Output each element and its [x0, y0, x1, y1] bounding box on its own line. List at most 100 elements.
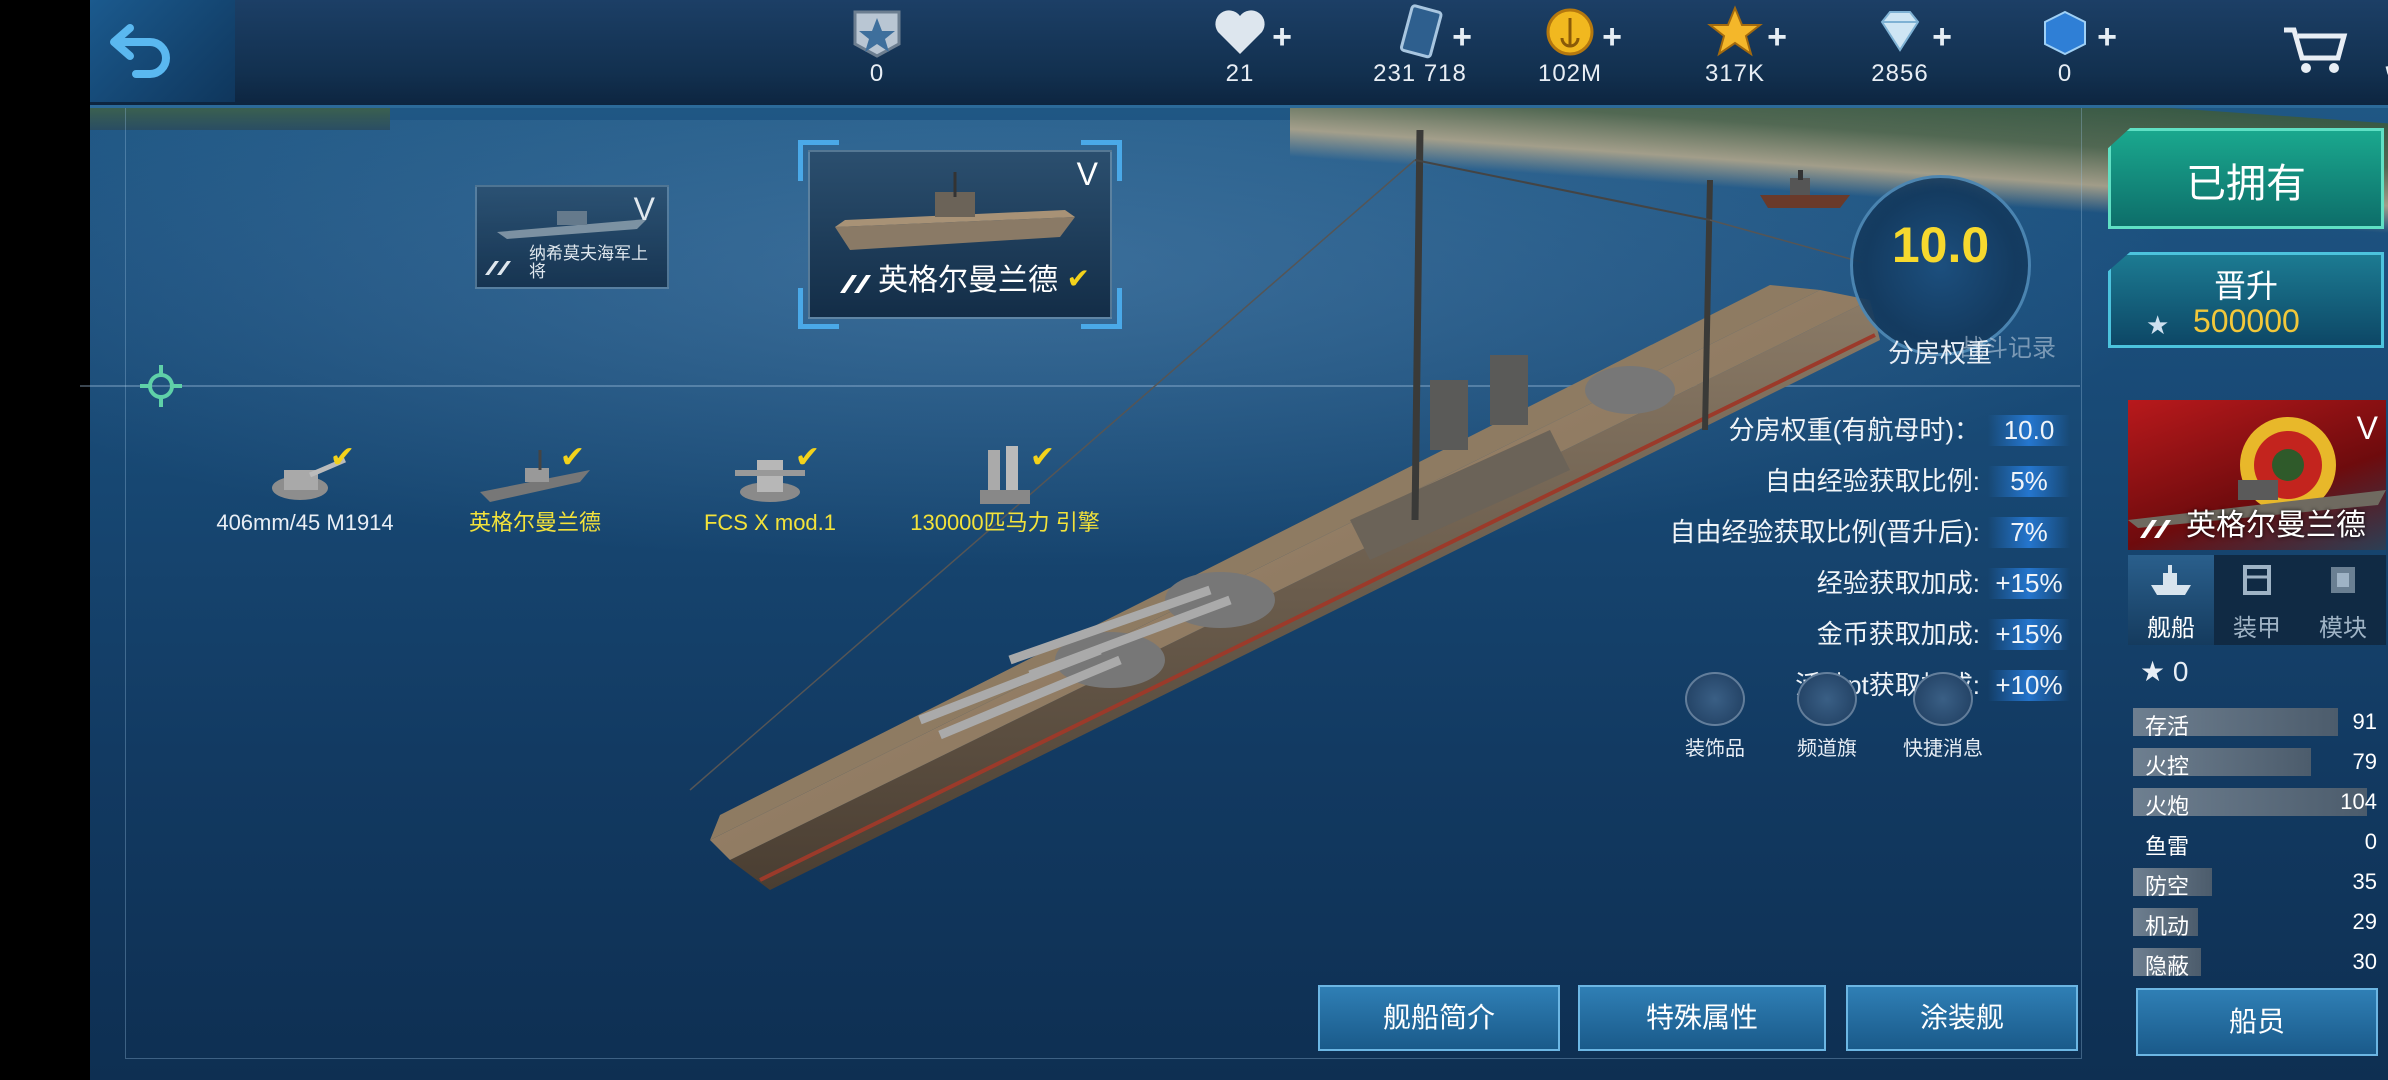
star-value: 317K [1704, 60, 1766, 87]
stat-row: 分房权重(有航母时)： 10.0 [1729, 410, 2070, 450]
special-attributes-button[interactable]: 特殊属性 [1578, 985, 1826, 1051]
rank-indicator[interactable]: 0 [832, 4, 922, 99]
channel-flag-label: 频道旗 [1797, 738, 1857, 760]
resource-gold[interactable]: + 102M [1515, 4, 1625, 99]
ussr-flag-icon [840, 275, 871, 293]
ship-star-level: ★ 0 [2140, 656, 2189, 687]
heart-icon: + [1210, 4, 1292, 60]
cube-value: 0 [2057, 60, 2073, 87]
ship-icon [2151, 565, 2191, 595]
resource-diamond[interactable]: + 2856 [1845, 4, 1955, 99]
rank-badge-icon [847, 4, 907, 60]
attribute-name: 防空 [2145, 874, 2190, 899]
module-label: FCS X mod.1 [703, 510, 837, 535]
diamond-icon: + [1870, 4, 1952, 60]
attribute-row: 鱼雷 0 [2133, 826, 2381, 859]
heart-value: 21 [1225, 60, 1255, 87]
ship-thumbnail [835, 172, 1075, 250]
star-icon: + [1705, 4, 1787, 60]
attribute-name: 机动 [2145, 914, 2190, 939]
pennant-icon [1797, 672, 1857, 726]
card-icon: + [1390, 4, 1472, 60]
module-label: 英格尔曼兰德 [468, 510, 601, 535]
channel-flag-button[interactable]: 频道旗 [1777, 672, 1877, 761]
crosshair-icon[interactable] [140, 365, 182, 407]
ship-tier: V [1076, 156, 1098, 192]
gold-plus-icon: + [1602, 18, 1622, 56]
card-plus-icon: + [1452, 18, 1472, 56]
attribute-row: 机动 29 [2133, 906, 2381, 939]
resource-cube[interactable]: + 0 [2015, 4, 2117, 99]
attribute-row: 防空 35 [2133, 866, 2381, 899]
diamond-plus-icon: + [1932, 18, 1952, 56]
tab-ship[interactable]: 舰船 [2128, 555, 2214, 645]
attribute-name: 火炮 [2145, 794, 2190, 819]
attribute-name: 火控 [2145, 754, 2190, 779]
equipped-check-icon: ✔ [329, 441, 355, 474]
promote-label: 晋升 [2213, 268, 2278, 304]
module-fire-control[interactable]: ✔ FCS X mod.1 [675, 440, 865, 534]
equipped-check-icon: ✔ [794, 441, 820, 474]
blue-cube-icon: + [2035, 4, 2117, 60]
attribute-value: 79 [2352, 749, 2377, 774]
top-bar: 0 + 21 + 231 718 + 102M + 317K + 2856 + … [90, 0, 2388, 108]
attribute-value: 91 [2352, 709, 2377, 734]
star-plus-icon: + [1767, 18, 1787, 56]
attribute-row: 存活 91 [2133, 706, 2381, 739]
attribute-value: 0 [2364, 829, 2377, 854]
module-main-gun[interactable]: ✔ 406mm/45 M1914 [210, 440, 400, 534]
tab-module[interactable]: 模块 [2300, 555, 2386, 645]
ship-card-selected[interactable]: V 英格尔曼兰德 ✔ [798, 140, 1122, 329]
skin-ship-button[interactable]: 涂装舰 [1846, 985, 2078, 1051]
selected-check-icon: ✔ [1066, 263, 1090, 294]
crew-button[interactable]: 船员 [2136, 988, 2378, 1056]
selection-corner [798, 140, 839, 181]
attribute-value: 30 [2352, 949, 2377, 974]
quick-message-button[interactable]: 快捷消息 [1893, 672, 1993, 761]
diamond-value: 2856 [1871, 60, 1929, 87]
tab-armor[interactable]: 装甲 [2214, 555, 2300, 645]
attribute-row: 火控 79 [2133, 746, 2381, 779]
stat-row: 金币获取加成: +15% [1817, 614, 2070, 654]
module-hull[interactable]: ✔ 英格尔曼兰德 [440, 440, 630, 534]
stat-row: 经验获取加成: +15% [1817, 563, 2070, 603]
attribute-row: 隐蔽 30 [2133, 946, 2381, 979]
attribute-row: 火炮 104 [2133, 786, 2381, 819]
panel-tabs: 舰船 装甲 模块 [2128, 555, 2386, 645]
promote-button[interactable]: 晋升 ★ 500000 [2108, 252, 2384, 348]
attribute-name: 隐蔽 [2145, 954, 2190, 979]
attribute-value: 29 [2352, 909, 2377, 934]
resource-heart[interactable]: + 21 [1195, 4, 1292, 99]
gold-value: 102M [1537, 60, 1603, 87]
gold-coin-icon: + [1540, 4, 1622, 60]
ship-tier: V [633, 191, 655, 227]
back-button[interactable] [108, 18, 178, 78]
ship-card-nakhimov[interactable]: V 纳希莫夫海军上将 [475, 185, 669, 289]
ship-intro-button[interactable]: 舰船简介 [1318, 985, 1560, 1051]
port-menu-button[interactable] [2375, 0, 2388, 105]
ship-portrait: V 英格尔曼兰德 [2128, 400, 2386, 550]
owned-button[interactable]: 已拥有 [2108, 128, 2384, 229]
resource-card[interactable]: + 231 718 [1345, 4, 1495, 99]
attribute-name: 鱼雷 [2145, 834, 2190, 859]
ship-tier: V [2356, 410, 2378, 446]
shop-cart-button[interactable] [2280, 22, 2350, 77]
decorations-button[interactable]: 装饰品 [1665, 672, 1765, 761]
card-value: 231 718 [1373, 60, 1467, 87]
attribute-value: 104 [2340, 789, 2377, 814]
flag-icon [1685, 672, 1745, 726]
ussr-flag-icon [485, 261, 511, 275]
module-icon [2331, 567, 2355, 593]
decorations-label: 装饰品 [1685, 738, 1745, 760]
shopping-cart-icon [2284, 27, 2348, 73]
ship-thumbnail [497, 211, 647, 239]
equipped-check-icon: ✔ [1029, 441, 1055, 474]
attribute-value: 35 [2352, 869, 2377, 894]
selection-corner [798, 288, 839, 329]
resource-star[interactable]: + 317K [1680, 4, 1790, 99]
matchmaking-weight-value: 10.0 [1891, 217, 1990, 273]
module-engine[interactable]: ✔ 130000匹马力 引擎 [910, 440, 1100, 534]
cube-plus-icon: + [2097, 18, 2117, 56]
stat-row: 自由经验获取比例: 5% [1765, 461, 2070, 501]
back-arrow-icon [110, 24, 170, 78]
